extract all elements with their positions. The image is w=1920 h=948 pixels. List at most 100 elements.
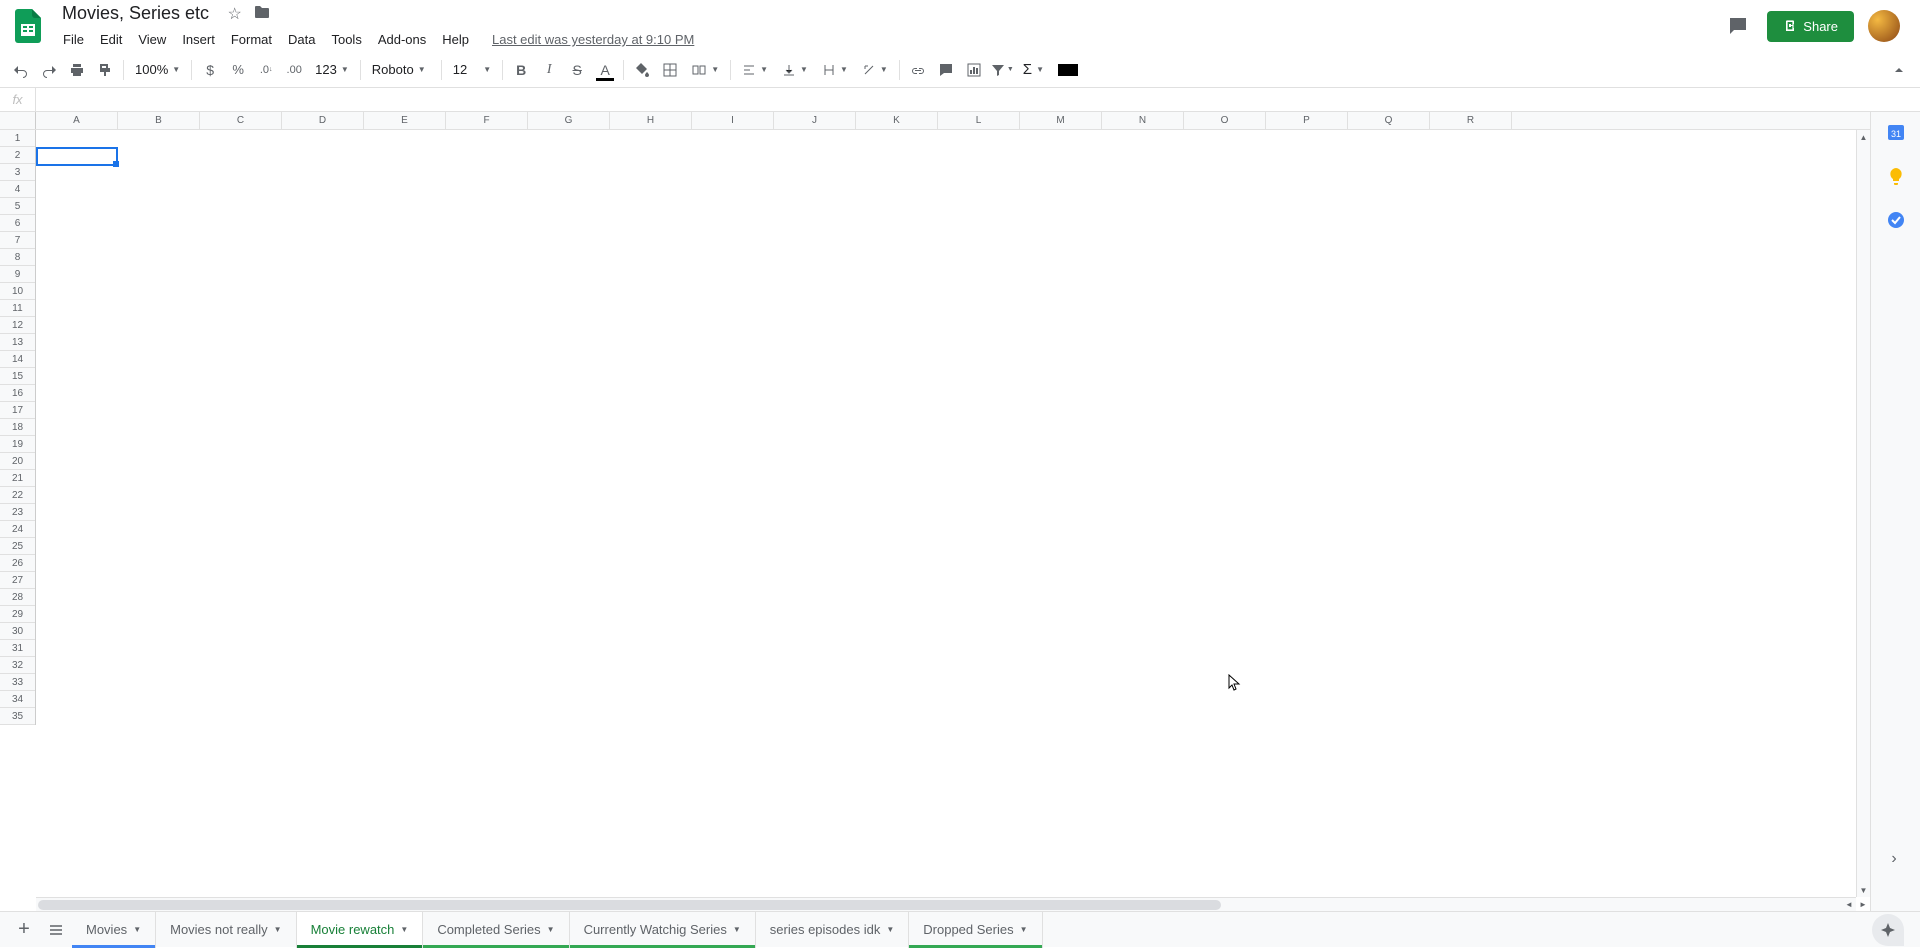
menu-insert[interactable]: Insert bbox=[175, 28, 222, 51]
row-header[interactable]: 1 bbox=[0, 130, 35, 147]
scroll-up-icon[interactable]: ▲ bbox=[1857, 130, 1870, 144]
column-header[interactable]: A bbox=[36, 112, 118, 129]
sheet-tab[interactable]: Completed Series▼ bbox=[423, 912, 569, 948]
sheets-logo-icon[interactable] bbox=[8, 6, 48, 46]
row-header[interactable]: 30 bbox=[0, 623, 35, 640]
row-header[interactable]: 33 bbox=[0, 674, 35, 691]
sheet-tab[interactable]: Movies not really▼ bbox=[156, 912, 296, 948]
insert-link-icon[interactable] bbox=[905, 57, 931, 83]
borders-icon[interactable] bbox=[657, 57, 683, 83]
menu-edit[interactable]: Edit bbox=[93, 28, 129, 51]
input-tool-indicator[interactable] bbox=[1058, 64, 1078, 76]
row-header[interactable]: 2 bbox=[0, 147, 35, 164]
last-edit-link[interactable]: Last edit was yesterday at 9:10 PM bbox=[492, 32, 694, 47]
chevron-down-icon[interactable]: ▼ bbox=[133, 925, 141, 934]
zoom-dropdown[interactable]: 100%▼ bbox=[129, 57, 186, 83]
filter-icon[interactable]: ▼ bbox=[989, 57, 1015, 83]
row-header[interactable]: 34 bbox=[0, 691, 35, 708]
redo-icon[interactable] bbox=[36, 57, 62, 83]
tasks-icon[interactable] bbox=[1886, 210, 1906, 230]
column-header[interactable]: R bbox=[1430, 112, 1512, 129]
horizontal-align-dropdown[interactable]: ▼ bbox=[736, 57, 774, 83]
vertical-scrollbar[interactable]: ▲ ▼ bbox=[1856, 130, 1870, 897]
comments-icon[interactable] bbox=[1723, 11, 1753, 41]
star-icon[interactable]: ☆ bbox=[228, 4, 242, 24]
document-title[interactable]: Movies, Series etc bbox=[56, 1, 215, 26]
font-size-dropdown[interactable]: 12▼ bbox=[447, 57, 497, 83]
sheet-tab[interactable]: Movies▼ bbox=[72, 912, 156, 948]
row-header[interactable]: 3 bbox=[0, 164, 35, 181]
format-number-dropdown[interactable]: 123▼ bbox=[309, 57, 355, 83]
row-header[interactable]: 35 bbox=[0, 708, 35, 725]
horizontal-scrollbar[interactable] bbox=[36, 897, 1856, 911]
increase-decimal-icon[interactable]: .00 bbox=[281, 57, 307, 83]
row-header[interactable]: 10 bbox=[0, 283, 35, 300]
print-icon[interactable] bbox=[64, 57, 90, 83]
row-header[interactable]: 14 bbox=[0, 351, 35, 368]
column-header[interactable]: L bbox=[938, 112, 1020, 129]
row-header[interactable]: 6 bbox=[0, 215, 35, 232]
menu-addons[interactable]: Add-ons bbox=[371, 28, 433, 51]
column-header[interactable]: M bbox=[1020, 112, 1102, 129]
paint-format-icon[interactable] bbox=[92, 57, 118, 83]
column-header[interactable]: B bbox=[118, 112, 200, 129]
scroll-right-icon[interactable]: ► bbox=[1856, 897, 1870, 911]
fill-color-icon[interactable] bbox=[629, 57, 655, 83]
row-header[interactable]: 27 bbox=[0, 572, 35, 589]
column-header[interactable]: E bbox=[364, 112, 446, 129]
row-header[interactable]: 22 bbox=[0, 487, 35, 504]
text-wrap-dropdown[interactable]: ▼ bbox=[816, 57, 854, 83]
row-header[interactable]: 18 bbox=[0, 419, 35, 436]
row-header[interactable]: 29 bbox=[0, 606, 35, 623]
row-header[interactable]: 19 bbox=[0, 436, 35, 453]
scroll-left-icon[interactable]: ◄ bbox=[1842, 897, 1856, 911]
insert-chart-icon[interactable] bbox=[961, 57, 987, 83]
column-header[interactable]: D bbox=[282, 112, 364, 129]
column-header[interactable]: I bbox=[692, 112, 774, 129]
row-header[interactable]: 16 bbox=[0, 385, 35, 402]
row-header[interactable]: 31 bbox=[0, 640, 35, 657]
column-header[interactable]: O bbox=[1184, 112, 1266, 129]
row-header[interactable]: 23 bbox=[0, 504, 35, 521]
menu-help[interactable]: Help bbox=[435, 28, 476, 51]
font-dropdown[interactable]: Roboto▼ bbox=[366, 57, 436, 83]
column-header[interactable]: C bbox=[200, 112, 282, 129]
undo-icon[interactable] bbox=[8, 57, 34, 83]
fx-label[interactable]: fx bbox=[0, 88, 36, 111]
row-header[interactable]: 12 bbox=[0, 317, 35, 334]
row-header[interactable]: 20 bbox=[0, 453, 35, 470]
share-button[interactable]: Share bbox=[1767, 11, 1854, 42]
cells-area[interactable] bbox=[36, 130, 1870, 725]
row-header[interactable]: 25 bbox=[0, 538, 35, 555]
row-header[interactable]: 7 bbox=[0, 232, 35, 249]
row-header[interactable]: 26 bbox=[0, 555, 35, 572]
side-panel-toggle-icon[interactable]: › bbox=[1882, 847, 1906, 871]
selected-cell[interactable] bbox=[36, 147, 118, 166]
row-header[interactable]: 17 bbox=[0, 402, 35, 419]
fill-handle[interactable] bbox=[113, 161, 119, 167]
scroll-thumb[interactable] bbox=[38, 900, 1221, 910]
column-header[interactable]: K bbox=[856, 112, 938, 129]
menu-data[interactable]: Data bbox=[281, 28, 322, 51]
keep-icon[interactable] bbox=[1886, 166, 1906, 186]
text-color-icon[interactable]: A bbox=[592, 57, 618, 83]
bold-icon[interactable]: B bbox=[508, 57, 534, 83]
chevron-down-icon[interactable]: ▼ bbox=[274, 925, 282, 934]
column-header[interactable]: J bbox=[774, 112, 856, 129]
chevron-down-icon[interactable]: ▼ bbox=[733, 925, 741, 934]
merge-cells-dropdown[interactable]: ▼ bbox=[685, 57, 725, 83]
column-header[interactable]: H bbox=[610, 112, 692, 129]
row-header[interactable]: 4 bbox=[0, 181, 35, 198]
strikethrough-icon[interactable]: S bbox=[564, 57, 590, 83]
decrease-decimal-icon[interactable]: .0↓ bbox=[253, 57, 279, 83]
row-header[interactable]: 28 bbox=[0, 589, 35, 606]
sheet-tab[interactable]: Currently Watchig Series▼ bbox=[570, 912, 756, 948]
calendar-icon[interactable]: 31 bbox=[1886, 122, 1906, 142]
column-header[interactable]: P bbox=[1266, 112, 1348, 129]
row-header[interactable]: 11 bbox=[0, 300, 35, 317]
text-rotation-dropdown[interactable]: ▼ bbox=[856, 57, 894, 83]
row-header[interactable]: 9 bbox=[0, 266, 35, 283]
insert-comment-icon[interactable] bbox=[933, 57, 959, 83]
column-header[interactable]: F bbox=[446, 112, 528, 129]
row-header[interactable]: 21 bbox=[0, 470, 35, 487]
